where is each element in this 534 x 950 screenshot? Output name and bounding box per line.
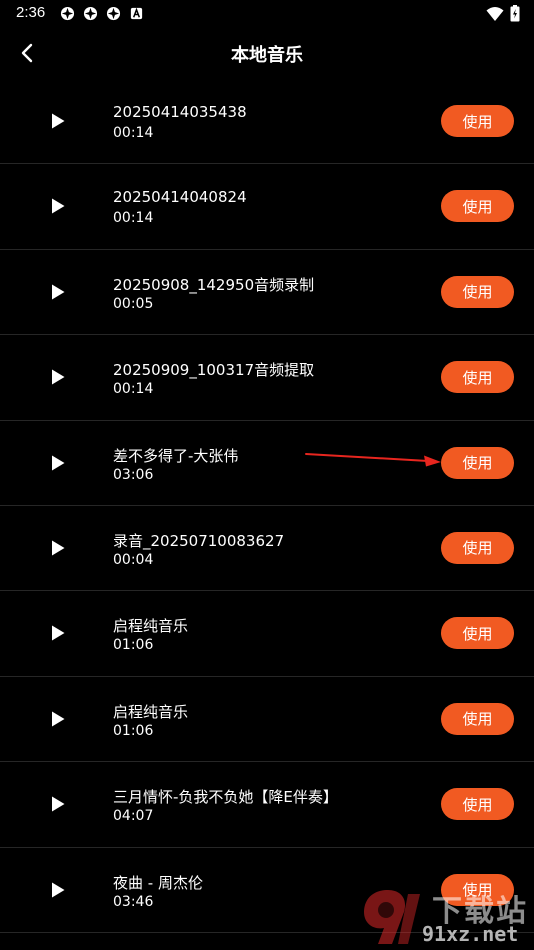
play-button[interactable]: [46, 878, 70, 902]
play-icon: [52, 711, 65, 727]
play-icon: [52, 796, 65, 812]
header: 本地音乐: [0, 30, 534, 78]
play-icon: [52, 540, 65, 556]
app-notification-icon: [60, 6, 75, 21]
play-button[interactable]: [46, 109, 70, 133]
track-row[interactable]: 启程纯音乐 01:06 使用: [0, 677, 534, 763]
track-duration: 03:46: [113, 893, 154, 910]
play-icon: [52, 455, 65, 471]
use-button[interactable]: 使用: [441, 361, 514, 394]
use-button[interactable]: 使用: [441, 617, 514, 650]
use-button[interactable]: 使用: [441, 788, 514, 821]
play-button[interactable]: [46, 792, 70, 816]
track-name: 夜曲 - 周杰伦: [113, 873, 203, 892]
a-badge-icon: [130, 7, 143, 20]
system-icons: [486, 5, 520, 22]
track-row[interactable]: 20250908_142950音频录制 00:05 使用: [0, 250, 534, 336]
use-button[interactable]: 使用: [441, 190, 514, 223]
track-name: 20250414040824: [113, 188, 247, 207]
track-name: 20250414035438: [113, 103, 247, 121]
track-row[interactable]: 20250909_100317音频提取 00:14 使用: [0, 335, 534, 421]
track-row[interactable]: 20250414035438 00:14 使用: [0, 79, 534, 165]
play-button[interactable]: [46, 194, 70, 218]
battery-icon: [510, 5, 520, 22]
play-icon: [52, 882, 65, 898]
track-duration: 03:06: [113, 466, 154, 483]
track-row[interactable]: 差不多得了-大张伟 03:06 使用: [0, 421, 534, 506]
play-icon: [52, 284, 65, 300]
track-row[interactable]: 启程纯音乐 01:06 使用: [0, 591, 534, 677]
notification-icons: [60, 6, 144, 21]
track-row[interactable]: 夜曲 - 周杰伦 03:46 使用: [0, 848, 534, 933]
app-notification-icon: [106, 6, 121, 21]
track-name: 20250909_100317音频提取: [113, 361, 315, 380]
play-icon: [52, 198, 65, 214]
track-duration: 04:07: [113, 808, 154, 825]
track-row[interactable]: 录音_20250710083627 00:04 使用: [0, 506, 534, 592]
track-name: 差不多得了-大张伟: [113, 446, 239, 465]
use-button[interactable]: 使用: [441, 275, 514, 308]
track-name: 录音_20250710083627: [113, 531, 285, 550]
track-duration: 01:06: [113, 722, 154, 739]
play-button[interactable]: [46, 621, 70, 645]
track-row[interactable]: 20250414040824 00:14 使用: [0, 164, 534, 250]
track-row[interactable]: 三月情怀-负我不负她【降E伴奏】 04:07 使用: [0, 762, 534, 848]
track-duration: 00:05: [113, 295, 154, 312]
status-time: 2:36: [16, 4, 46, 21]
track-name: 启程纯音乐: [113, 702, 189, 721]
track-name: 启程纯音乐: [113, 617, 189, 636]
track-name: 20250908_142950音频录制: [113, 275, 315, 294]
use-button[interactable]: 使用: [441, 105, 514, 137]
play-icon: [52, 369, 65, 385]
track-name: 三月情怀-负我不负她【降E伴奏】: [113, 788, 338, 807]
play-button[interactable]: [46, 280, 70, 304]
track-duration: 00:14: [113, 381, 154, 398]
use-button[interactable]: 使用: [441, 531, 514, 564]
track-duration: 01:06: [113, 637, 154, 654]
status-bar: 2:36: [0, 0, 534, 28]
play-button[interactable]: [46, 707, 70, 731]
page-title: 本地音乐: [231, 45, 303, 66]
track-duration: 00:14: [113, 210, 154, 227]
app-notification-icon: [83, 6, 98, 21]
track-duration: 00:04: [113, 551, 154, 568]
use-button[interactable]: 使用: [441, 873, 514, 906]
use-button[interactable]: 使用: [441, 702, 514, 735]
play-icon: [52, 113, 65, 129]
music-list: 20250414035438 00:14 使用 20250414040824 00:14…: [0, 79, 534, 933]
wifi-icon: [486, 6, 504, 21]
play-icon: [52, 625, 65, 641]
play-button[interactable]: [46, 536, 70, 560]
use-button[interactable]: 使用: [441, 446, 514, 479]
track-duration: 00:14: [113, 125, 154, 141]
play-button[interactable]: [46, 365, 70, 389]
play-button[interactable]: [46, 451, 70, 475]
